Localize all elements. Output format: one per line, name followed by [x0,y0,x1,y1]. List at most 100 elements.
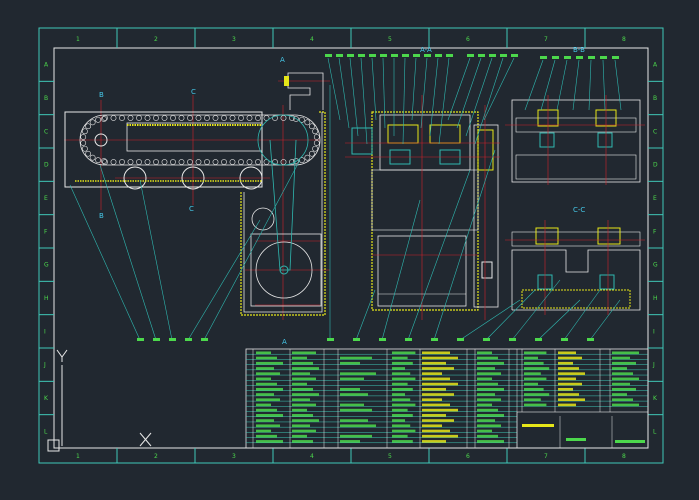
balloon-number-mark [405,338,412,341]
row-label-right: B [653,95,657,102]
bom-cell-text [477,387,504,391]
balloon-number-mark [169,338,176,341]
drawing-title-text [522,424,554,427]
bom-cell-text [477,408,498,412]
row-label-left: B [44,95,48,102]
chain-link [119,115,125,121]
bom-cell-text [340,361,360,365]
bom-cell-text [477,361,504,365]
bom-cell-text [612,398,633,401]
chain-link [178,159,185,165]
balloon-number-mark [588,56,595,59]
balloon-number-mark [391,54,398,57]
leader-line [483,57,515,121]
column-label-bottom: 6 [466,453,470,460]
bom-cell-text [524,382,538,386]
leader-line [433,149,496,341]
chain-link [187,115,193,121]
balloon-number-mark [576,56,583,59]
bom-cell-text [292,408,307,412]
view-title-a-a: A-A [420,46,432,54]
bom-cell-text [392,440,413,443]
chain-link [127,159,134,165]
bom-cell-text [558,356,582,360]
chain-link [280,115,287,121]
view-title-b-b: B-B [573,46,585,54]
balloon-number-mark [185,338,192,341]
leader-line [602,59,606,111]
balloon-number-mark [402,54,409,57]
bom-cell-text [392,356,408,360]
bom-cell-text [292,351,316,355]
bom-cell-text [422,351,450,355]
bom-cell-text [340,424,376,428]
chain-link [195,159,202,165]
bom-cell-text [340,408,372,412]
bom-cell-text [256,387,283,391]
bom-cell-text [477,414,504,417]
chain-link [101,158,107,164]
bom-cell-text [524,356,538,360]
balloon-number-mark [379,338,386,341]
bom-cell-text [422,398,442,401]
bom-cell-text [292,429,316,433]
leader-line [485,289,536,341]
chain-link [313,134,320,140]
chain-link [221,159,227,165]
bom-cell-text [256,393,274,396]
chain-link [89,119,96,126]
balloon-number-mark [457,338,464,341]
bom-cell-text [524,351,547,355]
bom-cell-text [392,351,416,355]
bom-cell-text [422,393,454,396]
view-title-c-c: C-C [573,206,585,214]
chain-link [221,115,227,121]
column-label-bottom: 8 [622,453,626,460]
row-label-left: J [43,362,46,369]
leader-line [402,57,406,145]
bom-cell-text [422,387,446,391]
bom-cell-text [422,440,446,443]
bom-cell-text [422,367,454,370]
chain-link [178,115,185,121]
leader-line [411,57,417,121]
chain-link [101,116,107,122]
row-label-left: F [44,228,48,235]
bom-cell-text [292,382,307,386]
balloon-number-mark [153,338,160,341]
bom-cell-text [392,393,405,396]
bom-cell-text [422,429,450,433]
bom-cell-text [612,387,636,391]
bom-cell-text [256,398,280,401]
zone-ticks [39,28,663,463]
leader-line [338,57,350,129]
cad-drawing-canvas[interactable]: 1 1 2 2 3 3 4 4 5 5 6 6 7 7 8 8 A A B B C C D D E E F F G G H H I I J J K K L L… [0,0,699,500]
chain-link [80,134,87,140]
balloon-number-mark [327,338,334,341]
leader-line [371,57,377,121]
bom-cell-text [477,393,495,396]
row-label-right: G [653,262,658,269]
bom-cell-text [612,351,639,355]
bom-cell-text [422,403,450,407]
bom-cell-text [256,434,277,438]
bom-cell-text [340,434,372,438]
section-view-b-b: B-B [505,46,645,185]
balloon-number-mark [369,54,376,57]
leader-line [563,289,601,341]
bom-cell-text [256,361,283,365]
slide-rail [126,122,263,152]
bom-cell-text [524,393,550,396]
row-label-right: D [653,162,658,169]
leader-line [382,57,386,129]
column-label-bottom: 5 [388,453,392,460]
column-label-top: 4 [310,36,314,43]
chain-link [127,115,134,121]
bom-cell-text [558,351,576,355]
chain-link [161,115,168,121]
chain-link [195,115,202,121]
chain-link [80,140,87,146]
column-label-bottom: 1 [76,453,80,460]
bom-cell-text [340,393,368,396]
bom-cell-text [477,419,495,422]
